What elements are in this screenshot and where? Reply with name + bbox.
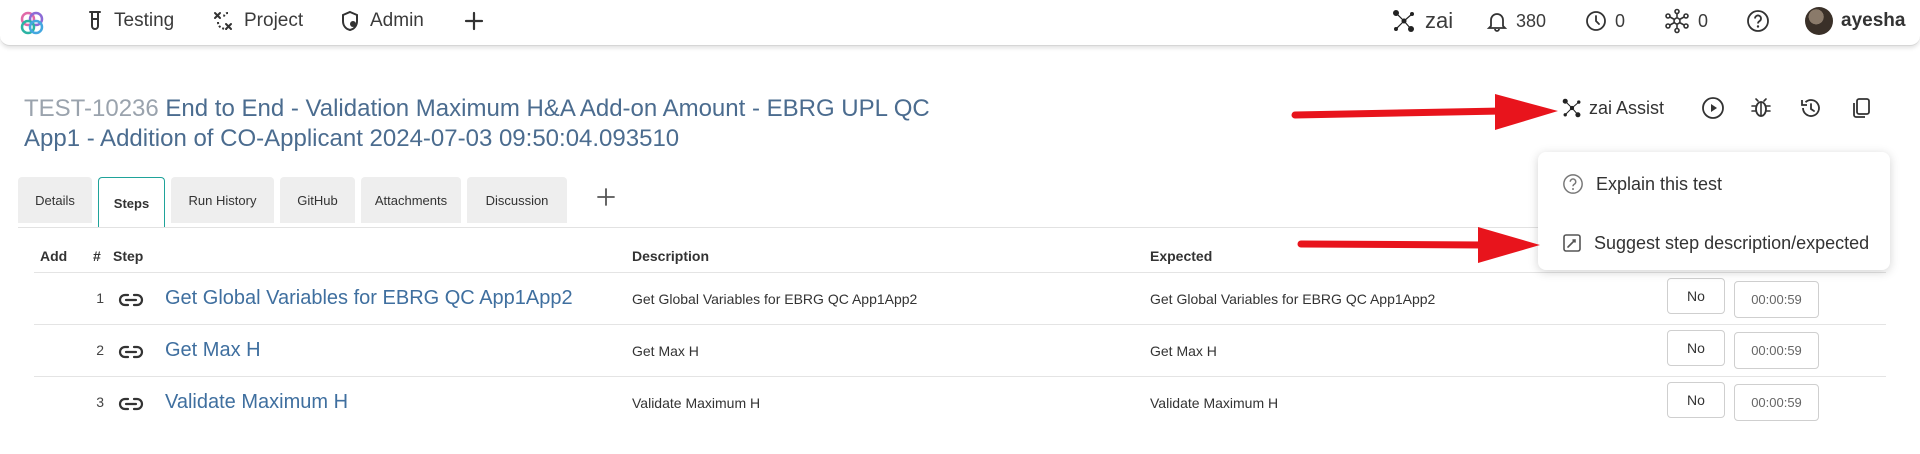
duration-field[interactable]: 00:00:59: [1734, 332, 1819, 369]
header-expected: Expected: [1150, 248, 1213, 264]
clock-button[interactable]: 0: [1585, 0, 1625, 42]
annotation-arrow: [1297, 227, 1540, 263]
step-link[interactable]: Get Max H: [165, 339, 261, 362]
result-button[interactable]: No: [1667, 330, 1725, 366]
header-step: Step: [113, 248, 144, 264]
avatar: [1805, 7, 1833, 35]
app-logo-icon[interactable]: [18, 9, 46, 37]
step-description: Validate Maximum H: [632, 395, 761, 411]
zai-assist-label: zai Assist: [1589, 97, 1665, 118]
table-row: 1 Get Global Variables for EBRG QC App1A…: [0, 272, 1920, 324]
step-link[interactable]: Get Global Variables for EBRG QC App1App…: [165, 287, 573, 310]
suggest-step-label: Suggest step description/expected: [1594, 232, 1870, 253]
question-circle-icon: [1563, 174, 1583, 194]
admin-shield-icon: [342, 10, 358, 32]
run-test-button[interactable]: [1698, 93, 1728, 123]
duration-field[interactable]: 00:00:59: [1734, 281, 1819, 318]
username: ayesha: [1841, 10, 1906, 31]
link-icon[interactable]: [118, 342, 144, 362]
bell-icon: [1486, 13, 1508, 32]
annotation-arrow: [1291, 94, 1558, 130]
step-number: 1: [96, 290, 104, 306]
help-button[interactable]: [1746, 0, 1770, 42]
add-tab-button[interactable]: [594, 185, 618, 209]
zai-button[interactable]: zai: [1391, 0, 1453, 42]
nav-add-button[interactable]: [464, 0, 484, 42]
suggest-step-option[interactable]: Suggest step description/expected: [1562, 230, 1869, 256]
zai-assist-dropdown: Explain this test Suggest step descripti…: [1538, 152, 1890, 270]
nav-admin[interactable]: Admin: [340, 0, 424, 42]
tab-github[interactable]: GitHub: [280, 177, 355, 223]
step-number: 3: [96, 394, 104, 410]
result-button[interactable]: No: [1667, 278, 1725, 314]
copy-button[interactable]: [1846, 93, 1876, 123]
project-icon: [214, 12, 232, 30]
clock-icon: [1586, 11, 1606, 31]
nav-project-label: Project: [244, 10, 304, 31]
play-circle-icon: [1702, 97, 1724, 119]
explain-test-label: Explain this test: [1596, 173, 1723, 194]
zai-assist-button[interactable]: zai Assist: [1561, 94, 1664, 122]
zai-icon: [1393, 10, 1414, 32]
table-row: 3 Validate Maximum H Validate Maximum H …: [0, 376, 1920, 428]
test-title-text: End to End - Validation Maximum H&A Add-…: [24, 95, 930, 152]
bug-icon: [1751, 98, 1771, 117]
debug-button[interactable]: [1746, 93, 1776, 123]
nav-testing[interactable]: Testing: [86, 0, 174, 42]
edit-square-icon: [1563, 234, 1581, 252]
test-title: TEST-10236 End to End - Validation Maxim…: [24, 94, 944, 154]
tab-attachments[interactable]: Attachments: [361, 177, 461, 223]
table-row: 2 Get Max H Get Max H Get Max H No 00:00…: [0, 324, 1920, 376]
plus-icon: [597, 188, 615, 206]
header-add: Add: [40, 248, 68, 264]
network-button[interactable]: 0: [1664, 0, 1708, 42]
zai-icon: [1562, 98, 1581, 118]
step-link[interactable]: Validate Maximum H: [165, 391, 348, 414]
header-num: #: [93, 248, 101, 264]
step-description: Get Max H: [632, 343, 699, 359]
nav-testing-label: Testing: [114, 10, 175, 31]
nav-project[interactable]: Project: [212, 0, 303, 42]
link-icon[interactable]: [118, 290, 144, 310]
step-expected: Validate Maximum H: [1150, 395, 1279, 411]
history-button[interactable]: [1796, 93, 1826, 123]
network-count: 0: [1698, 10, 1709, 31]
link-icon[interactable]: [118, 394, 144, 414]
plus-icon: [464, 11, 484, 31]
clock-count: 0: [1615, 10, 1626, 31]
duration-field[interactable]: 00:00:59: [1734, 384, 1819, 421]
top-navbar: Testing Project Admin zai 380 0 0 ayesha: [0, 0, 1920, 46]
test-id: TEST-10236: [24, 95, 159, 122]
copy-icon: [1853, 98, 1870, 118]
tab-discussion[interactable]: Discussion: [467, 177, 567, 223]
step-expected: Get Max H: [1150, 343, 1217, 359]
zai-label: zai: [1425, 8, 1454, 33]
explain-test-option[interactable]: Explain this test: [1562, 171, 1722, 197]
nav-admin-label: Admin: [370, 10, 424, 31]
step-expected: Get Global Variables for EBRG QC App1App…: [1150, 291, 1436, 307]
header-description: Description: [632, 248, 710, 264]
step-description: Get Global Variables for EBRG QC App1App…: [632, 291, 918, 307]
help-icon: [1747, 10, 1769, 32]
notifications-button[interactable]: 380: [1486, 0, 1546, 42]
result-button[interactable]: No: [1667, 382, 1725, 418]
tab-steps[interactable]: Steps: [98, 177, 165, 228]
network-icon: [1665, 8, 1689, 34]
step-number: 2: [96, 342, 104, 358]
test-tube-icon: [89, 11, 101, 30]
notifications-count: 380: [1516, 10, 1547, 31]
tab-details[interactable]: Details: [18, 177, 92, 223]
user-menu[interactable]: ayesha: [1805, 0, 1905, 42]
tab-run-history[interactable]: Run History: [171, 177, 274, 223]
history-icon: [1801, 99, 1820, 117]
